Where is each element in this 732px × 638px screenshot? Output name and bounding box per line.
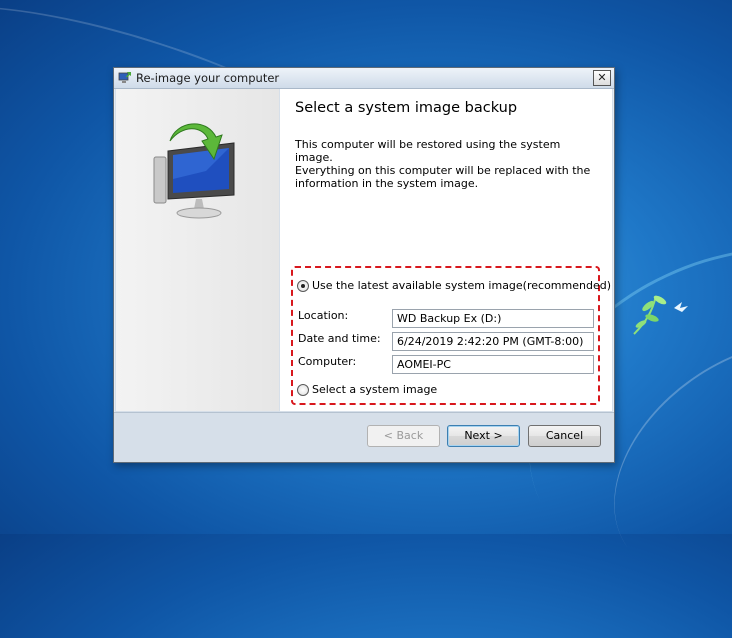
page-description: This computer will be restored using the…	[295, 138, 591, 190]
computer-label: Computer:	[298, 355, 357, 368]
next-button[interactable]: Next >	[447, 425, 520, 447]
monitor-restore-arrow-icon	[153, 123, 235, 219]
location-field: WD Backup Ex (D:)	[392, 309, 594, 328]
location-label: Location:	[298, 309, 349, 322]
page-title: Select a system image backup	[295, 100, 518, 116]
latest-image-label[interactable]: Use the latest available system image(re…	[312, 279, 611, 292]
back-button[interactable]: < Back	[367, 425, 440, 447]
datetime-field: 6/24/2019 2:42:20 PM (GMT-8:00)	[392, 332, 594, 351]
datetime-label: Date and time:	[298, 332, 381, 345]
restore-computer-icon	[118, 72, 131, 83]
wizard-side-panel	[116, 89, 279, 411]
bird-branch-logo	[633, 295, 688, 335]
cancel-button[interactable]: Cancel	[528, 425, 601, 447]
window-title: Re-image your computer	[136, 71, 280, 85]
reimage-dialog: Re-image your computer ✕ Select a system…	[113, 67, 615, 463]
wizard-button-bar: < Back Next > Cancel	[114, 412, 614, 462]
select-image-radio[interactable]	[297, 384, 309, 396]
select-image-label[interactable]: Select a system image	[312, 383, 437, 396]
close-button[interactable]: ✕	[593, 70, 611, 86]
title-bar[interactable]: Re-image your computer ✕	[114, 68, 614, 89]
computer-field: AOMEI-PC	[392, 355, 594, 374]
close-icon: ✕	[597, 71, 607, 84]
latest-image-radio[interactable]	[297, 280, 309, 292]
